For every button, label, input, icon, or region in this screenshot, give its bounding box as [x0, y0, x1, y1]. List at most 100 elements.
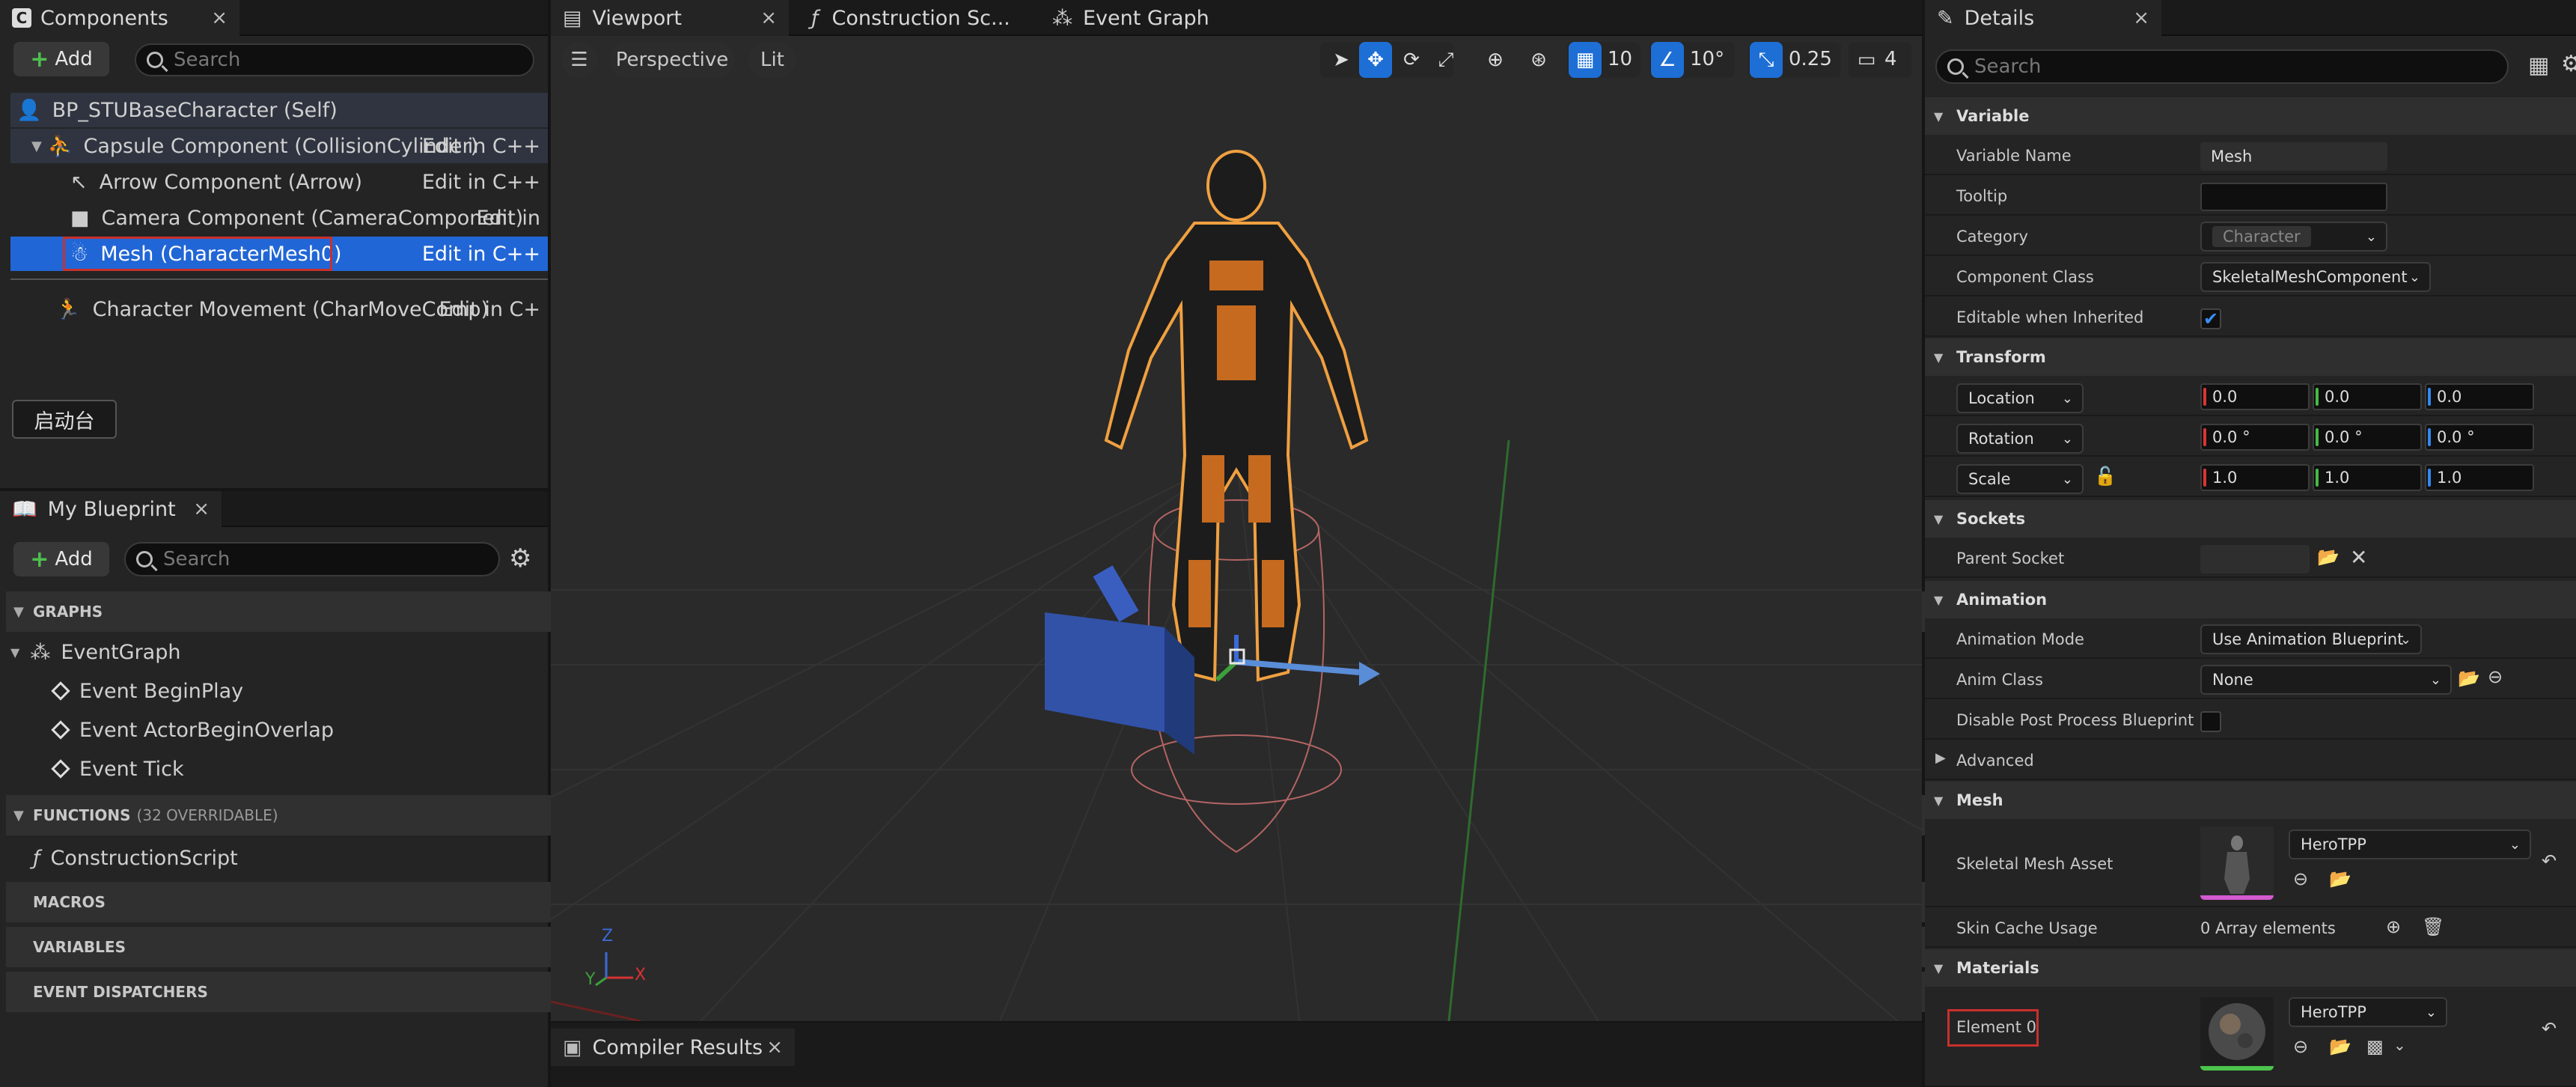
- grid-snap-icon[interactable]: ▦: [1569, 42, 1602, 78]
- sockets-section-header[interactable]: ▼ Sockets: [1925, 500, 2576, 538]
- launchpad-button[interactable]: 启动台: [12, 400, 117, 439]
- tree-item-capsule[interactable]: ▼ ⛹ Capsule Component (CollisionCylinder…: [10, 129, 548, 163]
- lit-button[interactable]: Lit: [748, 42, 796, 78]
- tree-item-character-movement[interactable]: 🏃 Character Movement (CharMoveComp) Edit…: [10, 292, 548, 326]
- advanced-row[interactable]: ▶ Advanced: [1925, 741, 2576, 780]
- scale-snap-value[interactable]: 0.25: [1789, 48, 1832, 70]
- edit-in-cpp-link[interactable]: Edit in C++: [422, 171, 540, 194]
- variable-name-input[interactable]: Mesh: [2200, 142, 2387, 171]
- browse-folder-icon[interactable]: 📂: [2317, 546, 2340, 567]
- tab-viewport[interactable]: ▤ Viewport ×: [551, 0, 789, 36]
- animation-section-header[interactable]: ▼ Animation: [1925, 581, 2576, 618]
- rotate-mode-icon[interactable]: ⟳: [1395, 42, 1428, 78]
- reset-arrow-icon[interactable]: ↶: [2542, 1018, 2557, 1039]
- transform-section-header[interactable]: ▼ Transform: [1925, 338, 2576, 376]
- rotation-snap-value[interactable]: 10°: [1690, 48, 1724, 70]
- category-dropdown[interactable]: Character ⌄: [2200, 222, 2387, 252]
- components-search-input[interactable]: Search: [135, 43, 534, 76]
- rotation-z-input[interactable]: 0.0 °: [2425, 424, 2534, 451]
- select-mode-icon[interactable]: ➤: [1325, 42, 1358, 78]
- camera-speed-value[interactable]: 4: [1884, 48, 1897, 70]
- close-icon[interactable]: ×: [760, 7, 777, 29]
- unlock-icon[interactable]: 🔓: [2094, 466, 2116, 487]
- gear-icon[interactable]: ⚙: [509, 545, 536, 572]
- scale-snap-icon[interactable]: ⤡: [1750, 42, 1783, 78]
- location-dropdown[interactable]: Location ⌄: [1956, 383, 2084, 413]
- animation-mode-dropdown[interactable]: Use Animation Blueprint ⌄: [2200, 624, 2422, 654]
- rotation-dropdown[interactable]: Rotation ⌄: [1956, 424, 2084, 454]
- location-x-input[interactable]: 0.0: [2200, 383, 2310, 410]
- rotation-snap-icon[interactable]: ∠: [1651, 42, 1684, 78]
- table-view-icon[interactable]: ▦: [2528, 52, 2549, 79]
- scale-y-input[interactable]: 1.0: [2313, 464, 2422, 491]
- close-icon[interactable]: ×: [193, 498, 210, 520]
- add-blueprint-item-button[interactable]: + Add: [13, 542, 109, 576]
- camera-speed-icon[interactable]: ▭: [1850, 42, 1883, 78]
- use-selected-icon[interactable]: ⊖: [2488, 666, 2503, 687]
- trash-icon[interactable]: 🗑: [2422, 916, 2444, 937]
- tab-details[interactable]: ✎ Details ×: [1925, 0, 2161, 36]
- viewport-canvas[interactable]: Z Y X: [551, 36, 1922, 1021]
- edit-in-cpp-link[interactable]: Edit in C++: [422, 243, 540, 266]
- tab-compiler-results[interactable]: ▣ Compiler Results ×: [551, 1029, 795, 1066]
- tooltip-input[interactable]: [2200, 183, 2387, 211]
- close-icon[interactable]: ×: [2133, 7, 2149, 29]
- use-selected-icon[interactable]: ⊖: [2293, 1036, 2308, 1057]
- anim-class-dropdown[interactable]: None ⌄: [2200, 665, 2452, 695]
- event-graph-item[interactable]: ▼ ⁂ EventGraph: [10, 636, 180, 668]
- rotation-y-input[interactable]: 0.0 °: [2313, 424, 2422, 451]
- edit-in-cpp-link[interactable]: Edit in C+: [439, 298, 540, 321]
- scale-dropdown[interactable]: Scale ⌄: [1956, 464, 2084, 494]
- clear-x-icon[interactable]: ✕: [2350, 545, 2367, 570]
- world-local-icon[interactable]: ⊕: [1479, 42, 1512, 78]
- skeletal-mesh-thumbnail[interactable]: [2200, 826, 2274, 900]
- tree-item-camera[interactable]: ■ Camera Component (CameraComponent) Edi…: [10, 201, 548, 235]
- tree-item-mesh[interactable]: ☃ Mesh (CharacterMesh0) Edit in C++: [10, 237, 548, 271]
- component-class-dropdown[interactable]: SkeletalMeshComponent ⌄: [2200, 262, 2431, 292]
- scale-x-input[interactable]: 1.0: [2200, 464, 2310, 491]
- viewport-menu-button[interactable]: ☰: [561, 42, 597, 78]
- add-component-button[interactable]: + Add: [13, 42, 109, 76]
- location-y-input[interactable]: 0.0: [2313, 383, 2422, 410]
- tree-item-self[interactable]: 👤 BP_STUBaseCharacter (Self): [10, 93, 548, 127]
- disable-ppb-checkbox[interactable]: [2200, 711, 2221, 732]
- close-icon[interactable]: ×: [211, 7, 228, 29]
- editable-inherited-checkbox[interactable]: ✔: [2200, 308, 2221, 329]
- add-element-icon[interactable]: ⊕: [2386, 916, 2401, 937]
- mesh-section-header[interactable]: ▼ Mesh: [1925, 782, 2576, 819]
- construction-script-item[interactable]: ƒ ConstructionScript: [33, 841, 238, 874]
- tab-construction-script[interactable]: ƒ Construction Sc...: [799, 0, 1024, 36]
- reset-arrow-icon[interactable]: ↶: [2542, 850, 2557, 871]
- event-item[interactable]: Event ActorBeginOverlap: [51, 714, 334, 746]
- use-selected-icon[interactable]: ⊖: [2293, 868, 2308, 889]
- browse-folder-icon[interactable]: 📂: [2329, 868, 2351, 889]
- tree-item-arrow[interactable]: ↖ Arrow Component (Arrow) Edit in C++: [10, 165, 548, 199]
- parent-socket-input[interactable]: [2200, 545, 2310, 573]
- browse-folder-icon[interactable]: 📂: [2458, 668, 2480, 689]
- event-item[interactable]: Event BeginPlay: [51, 675, 243, 707]
- skeletal-mesh-dropdown[interactable]: HeroTPP ⌄: [2289, 829, 2531, 859]
- tab-components[interactable]: C Components ×: [0, 0, 239, 36]
- scale-mode-icon[interactable]: ⤢: [1429, 42, 1462, 78]
- scale-z-input[interactable]: 1.0: [2425, 464, 2534, 491]
- perspective-button[interactable]: Perspective: [609, 42, 735, 78]
- settings-gear-icon[interactable]: ⚙: [2561, 51, 2576, 77]
- variable-section-header[interactable]: ▼ Variable: [1925, 97, 2576, 135]
- blueprint-search-input[interactable]: Search: [124, 542, 500, 576]
- details-search-input[interactable]: Search: [1935, 49, 2509, 84]
- checker-texture-icon[interactable]: ▩: [2366, 1036, 2384, 1057]
- surface-snap-icon[interactable]: ⊛: [1522, 42, 1555, 78]
- material-thumbnail[interactable]: [2200, 997, 2274, 1071]
- tab-my-blueprint[interactable]: 📖 My Blueprint ×: [0, 491, 222, 527]
- material-dropdown[interactable]: HeroTPP ⌄: [2289, 997, 2447, 1027]
- edit-in-cpp-link[interactable]: Edit in C++: [422, 135, 540, 158]
- translate-mode-icon[interactable]: ✥: [1359, 42, 1392, 78]
- edit-in-cpp-link[interactable]: Edit in: [477, 207, 540, 230]
- close-icon[interactable]: ×: [766, 1036, 783, 1059]
- chevron-down-icon[interactable]: ⌄: [2393, 1036, 2406, 1054]
- grid-snap-value[interactable]: 10: [1608, 48, 1632, 70]
- rotation-x-input[interactable]: 0.0 °: [2200, 424, 2310, 451]
- materials-section-header[interactable]: ▼ Materials: [1925, 949, 2576, 987]
- event-item[interactable]: Event Tick: [51, 753, 184, 785]
- browse-folder-icon[interactable]: 📂: [2329, 1036, 2351, 1057]
